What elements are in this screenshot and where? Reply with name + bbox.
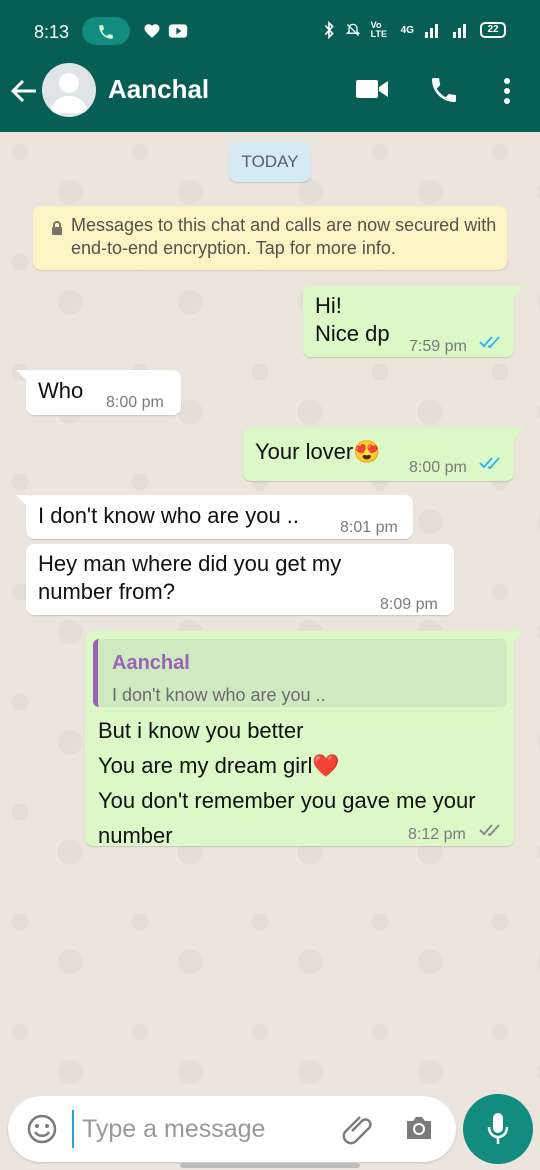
message-text: Hey man where did you get my number from… — [38, 551, 342, 604]
quoted-text: I don't know who are you .. — [112, 685, 326, 705]
battery-level: 22 — [480, 22, 506, 38]
signal-2-icon — [453, 24, 466, 38]
bluetooth-icon — [324, 21, 334, 39]
text-cursor — [72, 1110, 74, 1148]
bubble-tail — [16, 495, 30, 509]
paperclip-icon[interactable] — [341, 1111, 375, 1145]
network-label: 4G — [400, 24, 414, 36]
ongoing-call-indicator[interactable] — [82, 17, 130, 45]
encryption-notice-text: Messages to this chat and calls are now … — [71, 215, 497, 258]
video-call-icon[interactable] — [355, 77, 389, 101]
mute-bell-icon — [345, 23, 360, 37]
status-bar: 8:13 Vo LTE 4G 22 — [0, 0, 540, 48]
encryption-notice[interactable]: Messages to this chat and calls are now … — [33, 206, 507, 270]
message-bubble[interactable]: I don't know who are you .. 8:01 pm — [16, 495, 413, 539]
bubble-tail — [16, 370, 30, 384]
message-time: 8:01 pm — [340, 519, 398, 536]
bubble-tail — [510, 428, 524, 442]
message-text: Hi! Nice dp — [315, 293, 390, 346]
signal-icon — [425, 24, 438, 38]
quoted-sender: Aanchal — [112, 652, 190, 674]
delivered-receipt-icon — [479, 824, 500, 837]
read-receipt-icon — [479, 336, 500, 349]
contact-name[interactable]: Aanchal — [108, 74, 209, 105]
message-bubble[interactable]: Aanchal I don't know who are you .. But … — [85, 631, 524, 848]
chat-header: Aanchal — [0, 48, 540, 132]
date-divider: TODAY — [229, 142, 311, 182]
back-arrow-icon[interactable] — [10, 78, 38, 104]
youtube-icon — [168, 24, 188, 38]
heart-app-icon — [144, 24, 160, 38]
phone-call-icon[interactable] — [428, 74, 460, 106]
chat-area[interactable]: TODAY Messages to this chat and calls ar… — [0, 132, 540, 1090]
message-time: 8:00 pm — [106, 394, 164, 411]
status-time: 8:13 — [34, 22, 70, 42]
message-time: 7:59 pm — [409, 338, 467, 355]
home-indicator[interactable] — [180, 1163, 360, 1168]
message-bubble[interactable]: Your lover😍 8:00 pm — [243, 428, 524, 481]
message-bubble[interactable]: Hey man where did you get my number from… — [26, 544, 454, 615]
phone-icon — [99, 25, 113, 39]
default-avatar-icon — [50, 73, 88, 113]
message-bubble[interactable]: Who 8:00 pm — [16, 370, 181, 415]
message-time: 8:09 pm — [380, 596, 438, 613]
volte-label: Vo LTE — [370, 20, 387, 39]
lock-icon — [52, 221, 62, 235]
message-composer — [8, 1096, 456, 1162]
microphone-icon — [487, 1113, 509, 1144]
message-time: 8:12 pm — [408, 826, 466, 843]
status-icons: Vo LTE 4G 22 — [323, 20, 506, 40]
camera-icon[interactable] — [404, 1114, 434, 1142]
message-text: Your lover😍 — [255, 439, 381, 464]
read-receipt-icon — [479, 457, 500, 470]
quoted-message[interactable]: Aanchal I don't know who are you .. — [93, 639, 507, 707]
bubble-tail — [510, 631, 524, 645]
avatar[interactable] — [42, 63, 96, 117]
more-vertical-icon[interactable] — [502, 77, 512, 105]
bubble-tail — [510, 286, 524, 300]
message-text: Who — [38, 378, 84, 403]
emoji-icon[interactable] — [26, 1113, 58, 1145]
message-text: I don't know who are you .. — [38, 503, 300, 528]
message-bubble[interactable]: Hi! Nice dp 7:59 pm — [303, 286, 524, 357]
voice-record-button[interactable] — [463, 1094, 533, 1164]
message-time: 8:00 pm — [409, 459, 467, 476]
message-input[interactable] — [82, 1108, 332, 1150]
